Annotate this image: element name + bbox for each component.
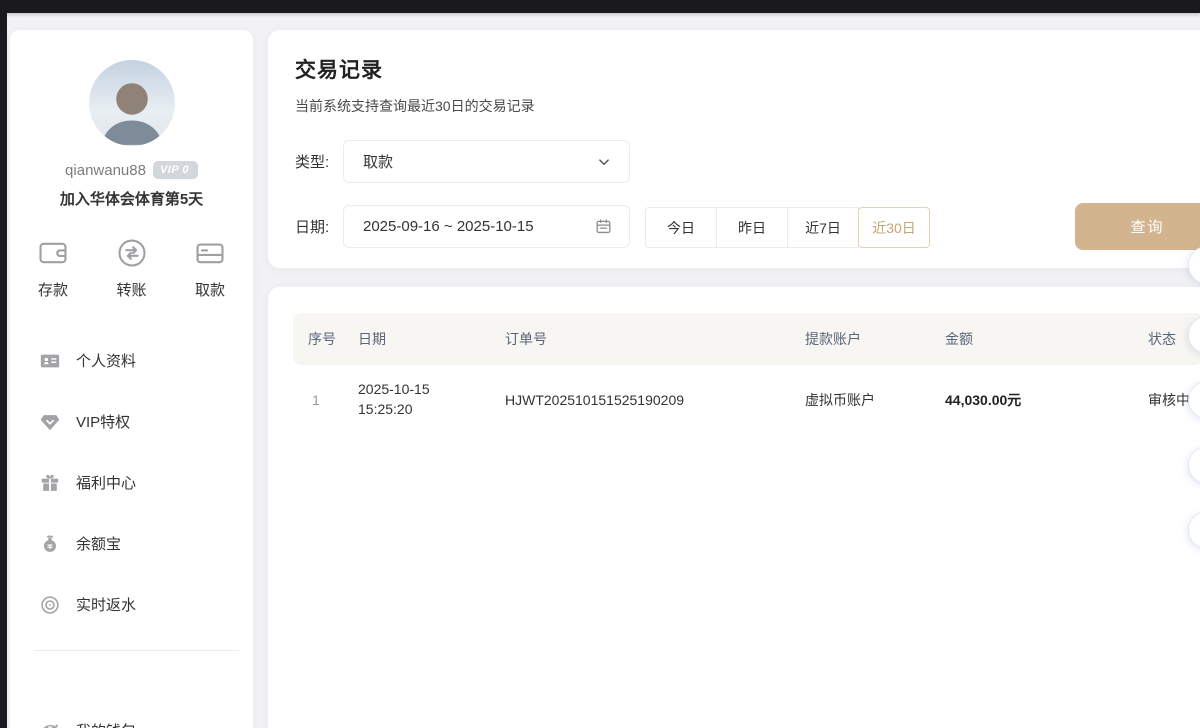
col-header-date: 日期 (358, 329, 505, 349)
sidebar-divider (34, 650, 239, 651)
type-select-value: 取款 (363, 151, 595, 172)
quick-actions: 存款 转账 (10, 236, 253, 300)
transfer-icon (115, 236, 149, 270)
table-row: 1 2025-10-15 15:25:20 HJWT20251015152519… (293, 369, 1200, 431)
chevron-down-icon (595, 153, 613, 171)
row-date-time: 15:25:20 (358, 401, 413, 417)
row-no: 1 (308, 392, 358, 408)
app-root: qianwanu88 VIP 0 加入华体会体育第5天 存款 (0, 0, 1200, 728)
deposit-label: 存款 (38, 279, 68, 300)
page-subtitle: 当前系统支持查询最近30日的交易记录 (295, 96, 535, 116)
joined-days-text: 加入华体会体育第5天 (10, 188, 253, 209)
piggy-bank-icon (39, 719, 61, 728)
id-card-icon (39, 350, 61, 372)
sidebar-item-rebate[interactable]: 实时返水 (10, 574, 253, 635)
transactions-card: 序号 日期 订单号 提款账户 金额 状态 1 2025-10-15 15:25:… (268, 287, 1200, 728)
left-edge-strip (0, 0, 7, 728)
date-label: 日期: (295, 216, 343, 237)
row-amount: 44,030.00元 (945, 390, 1148, 410)
type-label: 类型: (295, 151, 343, 172)
username: qianwanu88 (65, 162, 146, 179)
query-button[interactable]: 查询 (1075, 203, 1200, 250)
sidebar-item-wallet[interactable]: 我的钱包 (10, 702, 253, 728)
money-pouch-icon (39, 533, 61, 555)
vip-badge: VIP 0 (153, 161, 198, 179)
range-30days-button[interactable]: 近30日 (858, 207, 930, 248)
col-header-account: 提款账户 (805, 329, 945, 349)
sidebar-item-label: 余额宝 (76, 533, 121, 554)
gift-icon (39, 472, 61, 494)
sidebar-item-profile[interactable]: 个人资料 (10, 330, 253, 391)
sidebar-item-benefits[interactable]: 福利中心 (10, 452, 253, 513)
row-account: 虚拟币账户 (805, 390, 945, 410)
col-header-order: 订单号 (505, 329, 805, 349)
rebate-coin-icon (39, 594, 61, 616)
range-7days-button[interactable]: 近7日 (787, 207, 859, 248)
sidebar-item-label: 福利中心 (76, 472, 136, 493)
date-range-input[interactable] (363, 218, 594, 235)
vip-diamond-icon (39, 411, 61, 433)
date-range-picker[interactable] (343, 205, 630, 248)
top-bar (0, 0, 1200, 13)
calendar-icon (594, 217, 613, 236)
col-header-amount: 金额 (945, 329, 1148, 349)
date-filter-row: 日期: (295, 205, 630, 248)
sidebar-item-label: VIP特权 (76, 411, 130, 432)
row-date: 2025-10-15 15:25:20 (358, 380, 505, 419)
sidebar-item-yuebao[interactable]: 余额宝 (10, 513, 253, 574)
profile-sidebar: qianwanu88 VIP 0 加入华体会体育第5天 存款 (10, 30, 253, 728)
transfer-action[interactable]: 转账 (115, 236, 149, 300)
sidebar-item-label: 我的钱包 (76, 720, 136, 728)
avatar[interactable] (89, 60, 175, 146)
transfer-label: 转账 (116, 279, 146, 300)
deposit-action[interactable]: 存款 (36, 236, 70, 300)
row-date-day: 2025-10-15 (358, 381, 430, 397)
quick-range-group: 今日 昨日 近7日 近30日 (645, 207, 930, 248)
withdraw-label: 取款 (195, 279, 225, 300)
type-filter-row: 类型: 取款 (295, 140, 630, 183)
sidebar-item-label: 个人资料 (76, 350, 136, 371)
sidebar-item-vip[interactable]: VIP特权 (10, 391, 253, 452)
range-yesterday-button[interactable]: 昨日 (716, 207, 788, 248)
user-row: qianwanu88 VIP 0 (10, 161, 253, 179)
range-today-button[interactable]: 今日 (645, 207, 717, 248)
type-select[interactable]: 取款 (343, 140, 630, 183)
withdraw-action[interactable]: 取款 (193, 236, 227, 300)
row-order-no: HJWT202510151525190209 (505, 392, 805, 408)
sidebar-item-label: 实时返水 (76, 594, 136, 615)
avatar-silhouette (89, 66, 175, 146)
page-title: 交易记录 (295, 54, 383, 84)
col-header-no: 序号 (308, 329, 358, 349)
filter-card: 交易记录 当前系统支持查询最近30日的交易记录 类型: 取款 日期: (268, 30, 1200, 268)
bank-card-icon (193, 236, 227, 270)
table-header-row: 序号 日期 订单号 提款账户 金额 状态 (293, 313, 1200, 365)
wallet-icon (36, 236, 70, 270)
sidebar-menu: 个人资料 VIP特权 (10, 330, 253, 635)
